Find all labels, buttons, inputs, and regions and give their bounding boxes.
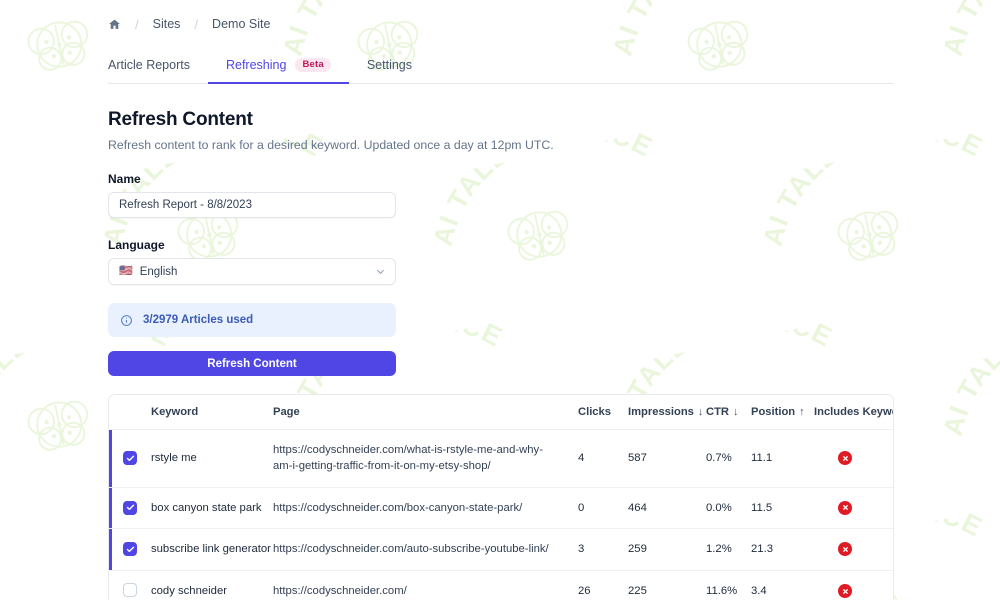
sort-desc-icon-impressions: ↓ (697, 406, 704, 418)
cell-keyword: cody schneider (151, 570, 273, 600)
cell-clicks: 3 (578, 528, 628, 571)
cell-keyword: box canyon state park (151, 487, 273, 530)
page-subtitle: Refresh content to rank for a desired ke… (108, 138, 554, 152)
row-select-cell[interactable] (109, 570, 151, 600)
th-page-label: Page (273, 406, 300, 418)
breadcrumb-separator-1: / (135, 16, 139, 32)
cell-ctr: 0.0% (706, 487, 751, 530)
keyword-missing-icon (838, 584, 852, 598)
cell-position: 3.4 (751, 570, 814, 600)
keyword-missing-icon (838, 542, 852, 557)
info-circle-icon (120, 314, 133, 327)
table-row[interactable]: subscribe link generator https://codyschn… (109, 528, 893, 571)
page-root: / Sites / Demo Site Article Reports Refr… (0, 0, 1000, 600)
row-select-cell[interactable] (109, 429, 151, 488)
cell-includes-keyword (814, 487, 893, 530)
breadcrumb-item-sites[interactable]: Sites (153, 17, 181, 31)
cell-keyword: rstyle me (151, 429, 273, 488)
row-select-cell[interactable] (109, 487, 151, 530)
cell-page: https://codyschneider.com/ (273, 570, 578, 600)
row-checkbox[interactable] (123, 542, 137, 557)
tab-refreshing-label: Refreshing (225, 57, 287, 72)
th-impressions[interactable]: Impressions ↓ (628, 395, 706, 430)
keywords-table: Keyword Page Clicks Impressions↓ CTR↓ (109, 395, 893, 600)
th-clicks[interactable]: Clicks (578, 395, 628, 430)
row-checkbox[interactable] (123, 582, 137, 597)
th-includes-keyword: Includes Keyword (814, 395, 893, 430)
articles-used-banner: 3/2979 Articles used (108, 303, 396, 337)
name-label: Name (108, 172, 141, 186)
cell-impressions: 225 (628, 570, 706, 600)
content-container: / Sites / Demo Site Article Reports Refr… (108, 0, 894, 600)
cell-impressions: 259 (628, 528, 706, 571)
cell-ctr: 11.6% (706, 570, 751, 600)
breadcrumb-separator-2: / (194, 16, 199, 32)
cell-ctr: 0.7% (706, 429, 751, 488)
th-keyword[interactable]: Keyword (151, 395, 273, 430)
tab-settings-label: Settings (366, 58, 413, 72)
language-label: Language (108, 238, 165, 252)
th-includes-keyword-label: Includes Keyword (814, 406, 893, 418)
cell-keyword: subscribe link generator (151, 528, 273, 571)
breadcrumb-item-demo-site[interactable]: Demo Site (212, 17, 270, 31)
articles-used-text: 3/2979 Articles used (143, 314, 254, 326)
cell-position: 11.5 (751, 487, 814, 530)
cell-position: 11.1 (751, 429, 814, 488)
refresh-content-button[interactable]: Refresh Content (108, 351, 396, 376)
th-keyword-label: Keyword (151, 406, 199, 418)
keyword-missing-icon (838, 451, 852, 466)
keywords-table-card: Keyword Page Clicks Impressions↓ CTR↓ (108, 394, 894, 600)
cell-impressions: 464 (628, 487, 706, 530)
cell-clicks: 26 (578, 570, 628, 600)
th-position-label: Position (751, 406, 796, 418)
cell-includes-keyword (814, 570, 893, 600)
row-checkbox[interactable] (123, 500, 137, 515)
tab-settings[interactable]: Settings (349, 58, 430, 83)
sort-asc-icon-position: ↑ (799, 406, 805, 418)
table-header-row: Keyword Page Clicks Impressions↓ CTR↓ (109, 395, 893, 430)
th-position[interactable]: Position ↑ (751, 395, 814, 430)
tab-bar: Article Reports Refreshing Beta Settings (108, 48, 894, 84)
cell-position: 21.3 (751, 528, 814, 571)
row-select-cell[interactable] (109, 528, 151, 571)
cell-page: https://codyschneider.com/auto-subscribe… (273, 528, 578, 571)
table-row[interactable]: box canyon state park https://codyschneid… (109, 487, 893, 530)
cell-clicks: 0 (578, 487, 628, 530)
cell-page: https://codyschneider.com/box-canyon-sta… (273, 487, 578, 530)
page-title: Refresh Content (108, 109, 253, 130)
tab-article-reports[interactable]: Article Reports (108, 58, 208, 83)
table-row[interactable]: rstyle me https://codyschneider.com/what-… (109, 429, 893, 488)
cell-impressions: 587 (628, 429, 706, 488)
row-checkbox[interactable] (123, 451, 137, 466)
breadcrumb: / Sites / Demo Site (108, 0, 894, 48)
cell-ctr: 1.2% (706, 528, 751, 571)
cell-includes-keyword (814, 528, 893, 571)
cell-page: https://codyschneider.com/what-is-rstyle… (273, 429, 578, 488)
beta-badge: Beta (295, 57, 331, 72)
cell-includes-keyword (814, 429, 893, 488)
tab-refreshing[interactable]: Refreshing Beta (207, 57, 349, 84)
home-icon[interactable] (108, 18, 121, 31)
language-select[interactable]: 🇺🇸 English (108, 258, 396, 285)
th-clicks-label: Clicks (578, 406, 611, 418)
tab-article-reports-label: Article Reports (108, 58, 190, 72)
th-page[interactable]: Page (273, 395, 578, 430)
name-input[interactable] (108, 192, 396, 218)
th-select (109, 395, 151, 430)
table-body: rstyle me https://codyschneider.com/what-… (109, 429, 893, 600)
keyword-missing-icon (838, 500, 852, 515)
cell-clicks: 4 (578, 429, 628, 488)
table-head: Keyword Page Clicks Impressions↓ CTR↓ (109, 395, 893, 430)
table-row[interactable]: cody schneider https://codyschneider.com/… (109, 570, 893, 600)
us-flag-icon: 🇺🇸 (119, 265, 133, 277)
sort-desc-icon-ctr: ↓ (733, 406, 739, 418)
language-select-value: English (139, 265, 178, 278)
th-ctr[interactable]: CTR ↓ (706, 395, 751, 430)
th-ctr-label: CTR (706, 406, 729, 418)
chevron-down-icon (375, 266, 386, 277)
th-impressions-label: Impressions (628, 406, 694, 418)
